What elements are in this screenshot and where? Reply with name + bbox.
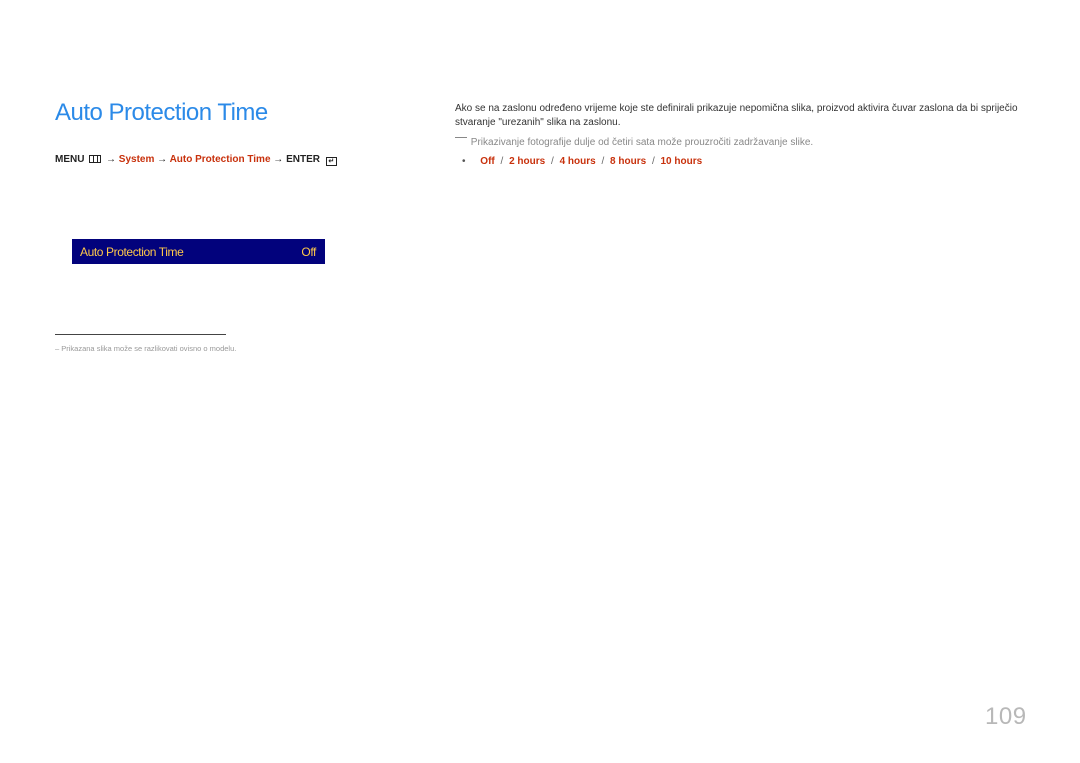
note-dash-icon xyxy=(455,137,467,138)
option-8-hours: 8 hours xyxy=(610,156,647,167)
arrow: → xyxy=(106,154,117,165)
separator: / xyxy=(551,156,554,167)
osd-menu-item[interactable]: Auto Protection Time Off xyxy=(72,239,325,264)
separator: / xyxy=(601,156,605,167)
options-list: • Off / 2 hours / 4 hours / 8 hours / 10… xyxy=(462,156,702,167)
osd-label: Auto Protection Time xyxy=(80,244,184,259)
path-item: Auto Protection Time xyxy=(169,154,271,165)
option-4-hours: 4 hours xyxy=(559,156,596,167)
arrow: → xyxy=(157,154,168,165)
page-title: Auto Protection Time xyxy=(55,99,268,126)
separator: / xyxy=(500,156,504,167)
option-off: Off xyxy=(480,156,495,167)
path-system: System xyxy=(118,154,155,165)
osd-value: Off xyxy=(301,244,316,259)
menu-icon xyxy=(89,155,102,163)
option-10-hours: 10 hours xyxy=(660,156,703,167)
separator: / xyxy=(651,156,655,167)
option-2-hours: 2 hours xyxy=(509,156,546,167)
bullet-icon: • xyxy=(462,156,466,167)
page-number: 109 xyxy=(985,703,1027,730)
note: Prikazivanje fotografije dulje od četiri… xyxy=(455,137,813,148)
footnote-divider xyxy=(55,334,226,335)
footnote: – Prikazana slika može se razlikovati ov… xyxy=(55,344,237,353)
menu-path: MENU → System → Auto Protection Time → E… xyxy=(55,154,337,166)
description: Ako se na zaslonu određeno vrijeme koje … xyxy=(455,103,1018,128)
enter-icon: ↵ xyxy=(325,157,337,166)
arrow: → xyxy=(273,154,284,165)
enter-label: ENTER xyxy=(286,154,320,165)
menu-label: MENU xyxy=(55,154,85,165)
note-text: Prikazivanje fotografije dulje od četiri… xyxy=(470,137,814,148)
